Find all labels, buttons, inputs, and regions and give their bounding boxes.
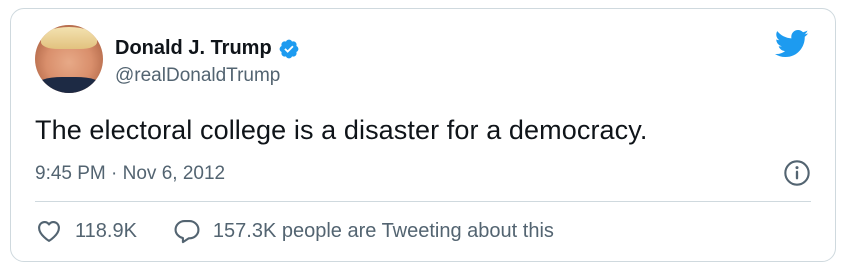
tweet-actions: 118.9K 157.3K people are Tweeting about … [35,217,554,245]
tweet-text: The electoral college is a disaster for … [35,115,648,145]
verified-badge-icon [279,39,299,58]
speech-bubble-icon[interactable] [173,217,201,245]
author-name-row[interactable]: Donald J. Trump [115,37,300,60]
author-display-name[interactable]: Donald J. Trump [115,37,272,60]
avatar[interactable] [35,25,103,93]
conversation-text[interactable]: 157.3K people are Tweeting about this [213,220,554,243]
divider [35,201,811,202]
info-icon[interactable] [783,159,811,187]
tweet-card[interactable]: Donald J. Trump @realDonaldTrump The ele… [10,8,836,262]
tweet-timestamp[interactable]: 9:45 PM · Nov 6, 2012 [35,163,225,185]
avatar-suit [35,77,103,93]
likes-count: 118.9K [75,219,137,242]
author-handle[interactable]: @realDonaldTrump [115,65,280,87]
conversation-action[interactable]: 157.3K people are Tweeting about this [173,217,554,245]
like-action[interactable]: 118.9K [35,217,137,245]
avatar-hair [41,27,97,49]
twitter-bird-icon[interactable] [775,29,809,59]
heart-icon[interactable] [35,217,63,245]
